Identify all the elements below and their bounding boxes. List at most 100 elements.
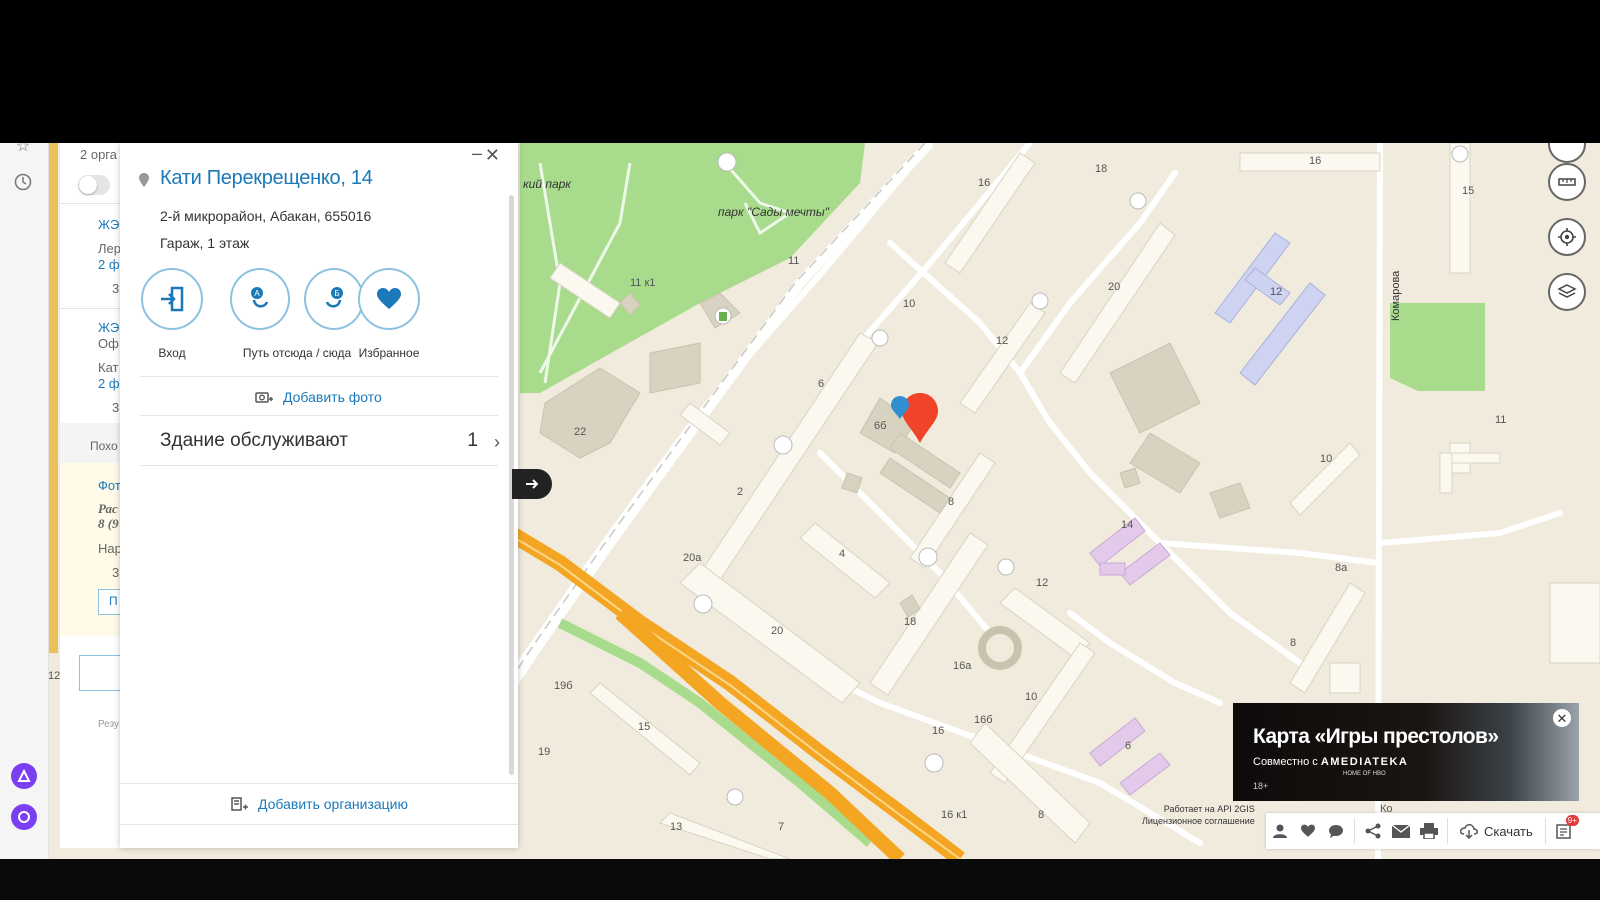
similar-label: Похо xyxy=(90,439,118,453)
served-by-label[interactable]: Здание обслуживают xyxy=(160,430,348,452)
building-number: 12 xyxy=(1036,577,1049,589)
favorites-button[interactable] xyxy=(1294,813,1322,849)
building-number: 22 xyxy=(574,426,587,438)
served-by-count: 1 xyxy=(467,430,478,451)
list-item-title[interactable]: Фот xyxy=(98,478,121,493)
list-item-address: Кат xyxy=(98,360,119,375)
add-photo-button[interactable]: Добавить фото xyxy=(255,389,382,405)
promo-subtitle: Совместно с AMEDIATEKA xyxy=(1253,756,1409,768)
place-card: Кати Перекрещенко, 14 – ✕ 2-й микрорайон… xyxy=(120,143,518,848)
results-footer: Резу xyxy=(98,719,120,730)
building-number: 12 xyxy=(1270,286,1283,298)
building-number: 6 xyxy=(1125,740,1132,752)
add-photo-label: Добавить фото xyxy=(283,389,382,405)
entrance-label: Вход xyxy=(158,346,186,360)
chevron-right-icon[interactable]: › xyxy=(494,432,500,453)
history-icon[interactable] xyxy=(12,171,34,193)
toggle-switch[interactable] xyxy=(78,175,110,195)
favorite-button[interactable]: Избранное xyxy=(344,268,434,360)
list-item-desc: Оф xyxy=(98,336,119,351)
layers-button[interactable] xyxy=(1548,273,1586,311)
news-button[interactable]: 9+ xyxy=(1550,813,1579,849)
list-item-num: 3 xyxy=(112,565,120,580)
bottom-toolbar: Скачать 9+ xyxy=(1266,813,1600,849)
place-address: 2-й микрорайон, Абакан, 655016 xyxy=(160,208,372,224)
list-item-desc: Рас xyxy=(98,501,118,516)
email-button[interactable] xyxy=(1387,813,1415,849)
building-number: 10 xyxy=(1320,453,1333,465)
notification-badge: 9+ xyxy=(1565,815,1579,826)
building-plus-icon xyxy=(231,797,248,811)
add-organization-button[interactable]: Добавить организацию xyxy=(120,783,518,825)
download-button[interactable]: Скачать xyxy=(1452,823,1541,839)
api-credit[interactable]: Работает на API 2GIS xyxy=(1142,803,1255,815)
building-number: 7 xyxy=(778,821,785,833)
building-number: 8 xyxy=(1290,637,1297,649)
building-number: 14 xyxy=(1121,519,1134,531)
camera-plus-icon xyxy=(255,392,273,403)
building-number: 19 xyxy=(538,746,551,758)
promo-title: Карта «Игры престолов» xyxy=(1253,725,1499,748)
building-number: 8 xyxy=(948,496,955,508)
chat-button[interactable] xyxy=(1322,813,1350,849)
ruler-button[interactable] xyxy=(1548,163,1586,201)
building-number: 11 к1 xyxy=(630,277,656,289)
alice-icon[interactable] xyxy=(11,804,37,830)
route-from-icon: А xyxy=(251,287,269,308)
building-number: 12 xyxy=(48,670,61,682)
building-number: 10 xyxy=(1025,691,1038,703)
list-item-desc: Лер xyxy=(98,241,121,256)
print-button[interactable] xyxy=(1415,813,1443,849)
locate-button[interactable] xyxy=(1548,218,1586,256)
building-number: 16 к1 xyxy=(941,809,968,821)
building-number: 16 xyxy=(978,177,991,189)
close-icon[interactable]: ✕ xyxy=(1553,709,1571,727)
building-number: 11 xyxy=(788,255,800,267)
park-area xyxy=(48,143,58,653)
user-button[interactable] xyxy=(1266,813,1294,849)
minimize-button[interactable]: – xyxy=(472,143,482,164)
building-number: 10 xyxy=(903,298,916,310)
star-icon[interactable]: ☆ xyxy=(12,143,34,157)
building-number: 15 xyxy=(638,721,651,733)
building-number: 19б xyxy=(554,680,573,692)
park-label: парк "Сады мечты" xyxy=(718,205,830,219)
add-organization-label: Добавить организацию xyxy=(257,796,408,812)
ruler-icon xyxy=(1558,178,1576,186)
building-number: 8а xyxy=(1335,562,1348,574)
svg-text:А: А xyxy=(254,289,260,298)
building-number: 8 xyxy=(1038,809,1045,821)
share-button[interactable] xyxy=(1359,813,1387,849)
building-number: 11 xyxy=(1495,414,1507,426)
building-number: 18 xyxy=(904,616,917,628)
chat-icon xyxy=(1329,824,1343,838)
results-count: 2 орга xyxy=(80,147,117,162)
entrance-button[interactable]: Вход xyxy=(127,268,217,360)
building-number: 6 xyxy=(818,378,825,390)
park-area xyxy=(1390,303,1485,391)
map-viewport[interactable]: кий парк парк "Сады мечты" Комарова 16 1… xyxy=(0,143,1600,859)
collapse-panel-button[interactable] xyxy=(512,469,552,499)
building-number: 20а xyxy=(683,552,702,564)
promo-age: 18+ xyxy=(1253,781,1269,791)
close-button[interactable]: ✕ xyxy=(485,145,500,166)
promo-banner[interactable]: Карта «Игры престолов» Совместно с AMEDI… xyxy=(1233,703,1579,801)
license-link[interactable]: Лицензионное соглашение xyxy=(1142,815,1255,827)
building-number: 16 xyxy=(1309,155,1322,167)
arrow-right-icon xyxy=(526,479,539,489)
list-item-link[interactable]: 2 ф xyxy=(98,376,120,391)
app-icon[interactable] xyxy=(11,763,37,789)
heart-icon xyxy=(1301,824,1315,837)
share-icon xyxy=(1365,823,1381,839)
list-item-title[interactable]: ЖЭ xyxy=(98,320,119,335)
list-item-address: Нар xyxy=(98,541,122,556)
promo-hbo: HOME OF HBO xyxy=(1343,771,1386,777)
download-label: Скачать xyxy=(1484,823,1533,839)
building-number: 16б xyxy=(974,714,993,726)
list-item-title[interactable]: ЖЭ xyxy=(98,217,119,232)
list-item-link[interactable]: 2 ф xyxy=(98,257,120,272)
svg-text:Б: Б xyxy=(334,289,339,298)
building-number: 20 xyxy=(1108,281,1121,293)
building-number: 15 xyxy=(1462,185,1475,197)
download-cloud-icon xyxy=(1460,823,1478,839)
